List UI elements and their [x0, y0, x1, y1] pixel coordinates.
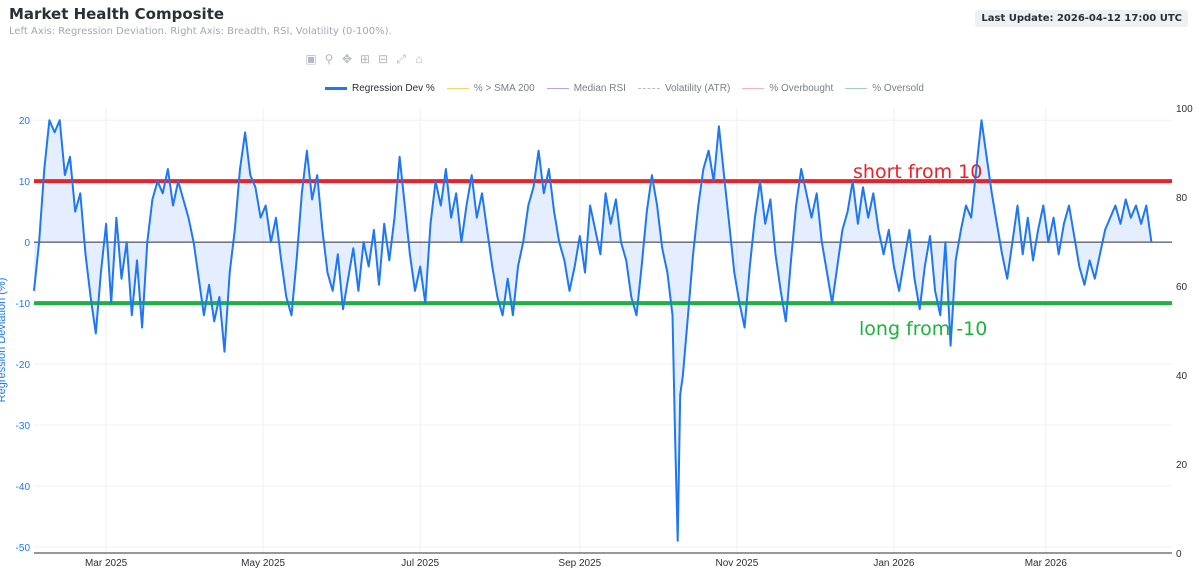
x-tick-label: Jul 2025 — [401, 558, 439, 568]
y-tick-label: -30 — [16, 421, 31, 432]
y2-tick-label: 100 — [1176, 104, 1193, 115]
x-tick-label: Mar 2026 — [1025, 558, 1068, 568]
x-tick-label: Sep 2025 — [558, 558, 601, 568]
y-tick-label: 0 — [24, 238, 30, 249]
y-axis-title: Regression Deviation (%) — [0, 278, 8, 403]
y2-tick-label: 60 — [1176, 282, 1188, 293]
y2-tick-label: 20 — [1176, 460, 1188, 471]
x-tick-label: Mar 2025 — [85, 558, 128, 568]
y2-tick-label: 80 — [1176, 193, 1188, 204]
y2-tick-label: 0 — [1176, 549, 1182, 560]
x-tick-label: May 2025 — [241, 558, 285, 568]
y-tick-label: -50 — [16, 543, 31, 554]
y-tick-label: 10 — [19, 177, 31, 188]
y-tick-label: -20 — [16, 360, 31, 371]
short-annotation: short from 10 — [853, 161, 982, 183]
y2-tick-label: 40 — [1176, 371, 1188, 382]
chart-area[interactable]: Mar 2025 May 2025 Jul 2025 Sep 2025 Nov 2025… — [0, 0, 1200, 568]
axes: Mar 2025 May 2025 Jul 2025 Sep 2025 Nov 2025… — [16, 104, 1194, 568]
y-tick-label: 20 — [19, 116, 31, 127]
x-tick-label: Jan 2026 — [873, 558, 915, 568]
y-tick-label: -10 — [16, 299, 31, 310]
x-tick-label: Nov 2025 — [715, 558, 758, 568]
grid-lines — [34, 108, 1172, 553]
long-annotation: long from -10 — [859, 318, 987, 340]
y-tick-label: -40 — [16, 482, 31, 493]
